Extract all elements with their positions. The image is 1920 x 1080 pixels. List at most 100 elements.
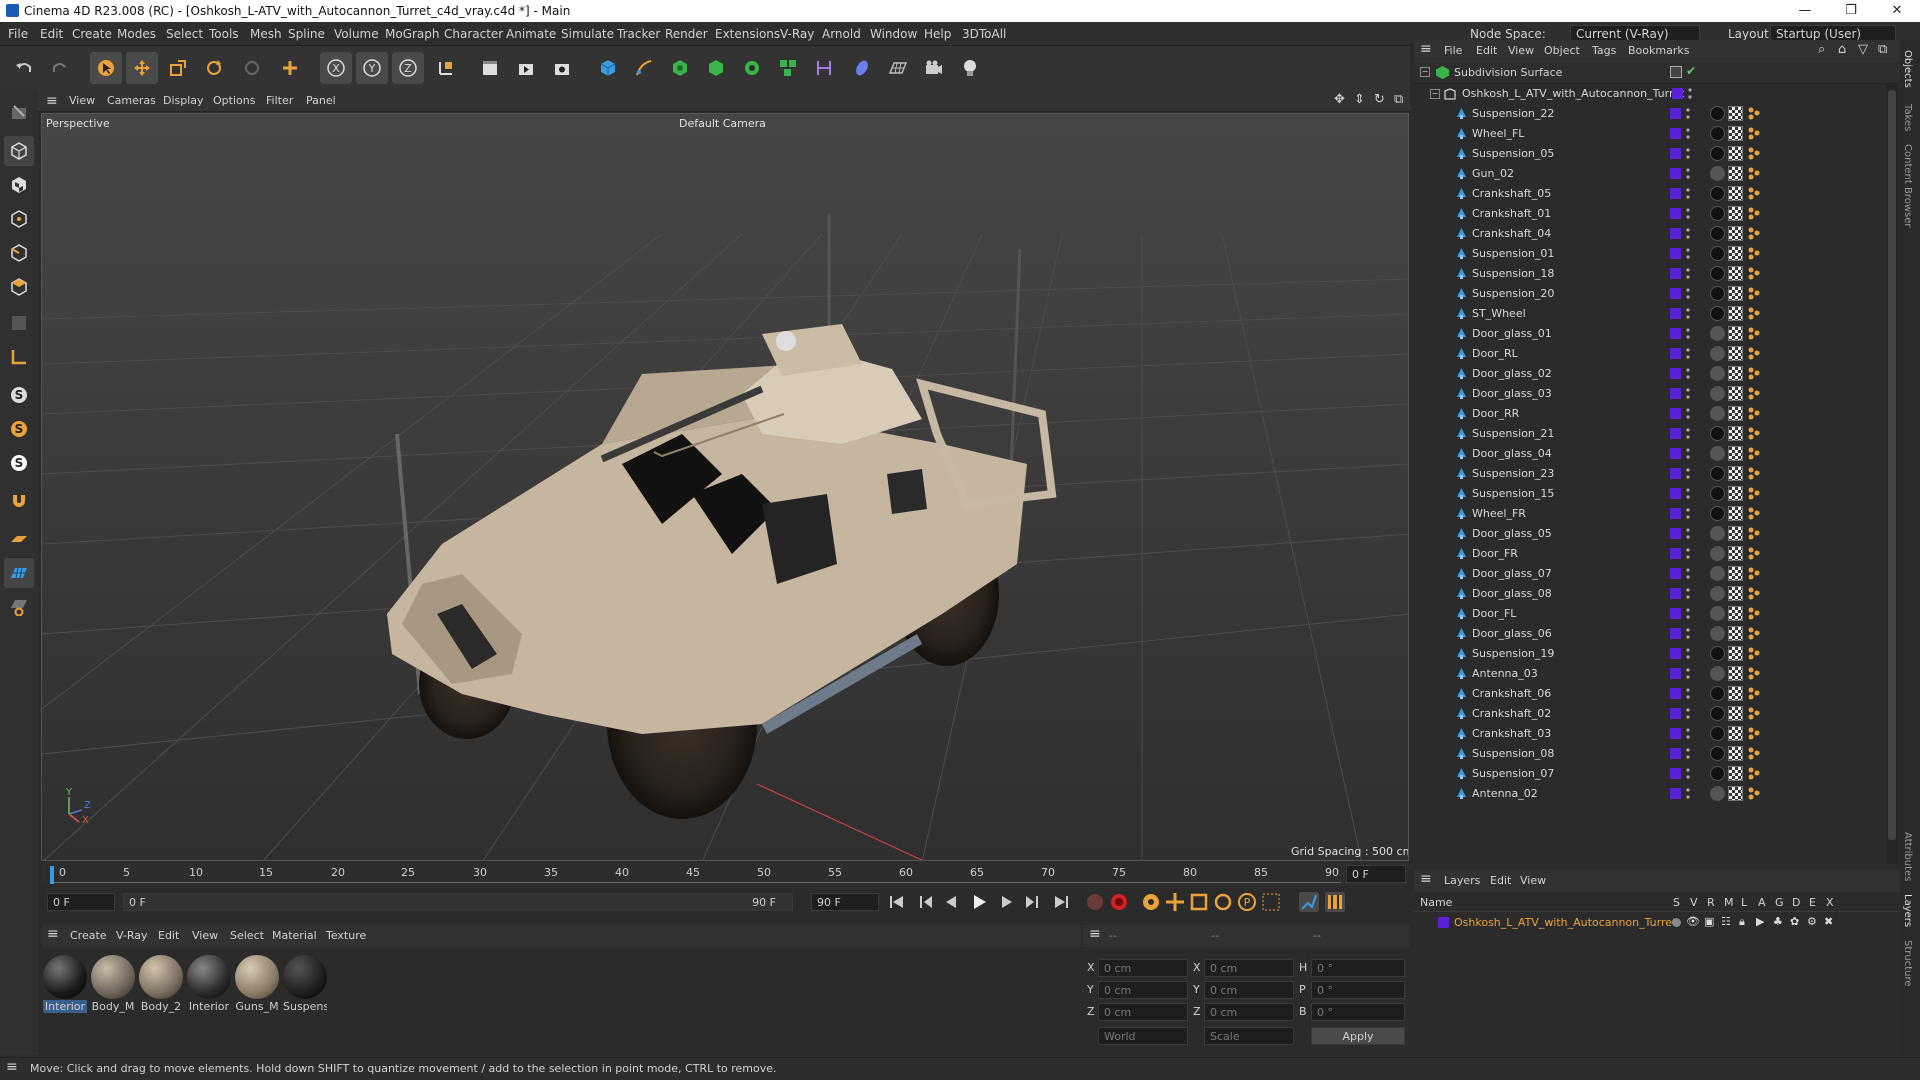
material-tag-icon[interactable]: [1710, 586, 1725, 601]
z-axis-button[interactable]: Z: [392, 52, 424, 84]
visibility-dots-icon[interactable]: [1686, 327, 1690, 340]
texture-tag-icon[interactable]: [1728, 426, 1743, 441]
snap-mode-button[interactable]: S: [4, 448, 34, 478]
material-menu-material[interactable]: Material: [272, 929, 317, 942]
object-root-name[interactable]: Subdivision Surface: [1454, 66, 1562, 79]
vray-tag-icon[interactable]: [1747, 186, 1761, 201]
object-name[interactable]: Door_FL: [1472, 607, 1516, 620]
vray-tag-icon[interactable]: [1747, 146, 1761, 161]
snap-button[interactable]: S: [4, 380, 34, 410]
material-tag-icon[interactable]: [1710, 246, 1725, 261]
texture-tag-icon[interactable]: [1728, 446, 1743, 461]
visibility-dots-icon[interactable]: [1686, 247, 1690, 260]
minimize-icon[interactable]: —: [1782, 0, 1828, 22]
layer-menu-view[interactable]: View: [1520, 874, 1546, 887]
layer-deformers-icon[interactable]: ✿: [1790, 915, 1799, 928]
viewport-menu-display[interactable]: Display: [163, 94, 204, 107]
object-name[interactable]: Suspension_15: [1472, 487, 1554, 500]
vray-tag-icon[interactable]: [1747, 106, 1761, 121]
visibility-dots-icon[interactable]: [1686, 507, 1690, 520]
vray-tag-icon[interactable]: [1747, 326, 1761, 341]
vray-tag-icon[interactable]: [1747, 766, 1761, 781]
object-name[interactable]: Door_glass_02: [1472, 367, 1552, 380]
object-name[interactable]: Suspension_22: [1472, 107, 1554, 120]
layer-animation-icon[interactable]: ▶: [1756, 915, 1764, 928]
visibility-dots-icon[interactable]: [1686, 527, 1690, 540]
object-root-row[interactable]: − Subdivision Surface ✔: [1414, 62, 1900, 84]
vray-tag-icon[interactable]: [1747, 346, 1761, 361]
vray-tag-icon[interactable]: [1747, 706, 1761, 721]
visibility-dots-icon[interactable]: [1686, 627, 1690, 640]
render-settings-button[interactable]: [546, 52, 578, 84]
material-tag-icon[interactable]: [1710, 106, 1725, 121]
object-filter-icon[interactable]: ▽: [1858, 42, 1868, 57]
coordinate-system-dropdown[interactable]: World: [1098, 1027, 1188, 1045]
visibility-dots-icon[interactable]: [1686, 787, 1690, 800]
pen-spline-button[interactable]: [628, 52, 660, 84]
layer-name[interactable]: Oshkosh_L_ATV_with_Autocannon_Turret: [1454, 916, 1676, 929]
texture-tag-icon[interactable]: [1728, 246, 1743, 261]
vray-tag-icon[interactable]: [1747, 466, 1761, 481]
visibility-dots-icon[interactable]: [1686, 567, 1690, 580]
vray-tag-icon[interactable]: [1747, 226, 1761, 241]
material-tag-icon[interactable]: [1710, 626, 1725, 641]
close-icon[interactable]: ✕: [1874, 0, 1920, 22]
vray-tag-icon[interactable]: [1747, 166, 1761, 181]
menu-simulate[interactable]: Simulate: [561, 27, 614, 41]
menu-select[interactable]: Select: [166, 27, 203, 41]
object-row[interactable]: Crankshaft_05: [1414, 184, 1884, 204]
restore-icon[interactable]: ❐: [1828, 0, 1874, 22]
layer-menu-layers[interactable]: Layers: [1444, 874, 1480, 887]
viewport-menu-panel[interactable]: Panel: [306, 94, 336, 107]
texture-tag-icon[interactable]: [1728, 566, 1743, 581]
rotation-h-field[interactable]: 0 °: [1311, 959, 1405, 977]
object-name[interactable]: Suspension_20: [1472, 287, 1554, 300]
menu-render[interactable]: Render: [665, 27, 708, 41]
enabled-check-icon[interactable]: ✔: [1686, 64, 1696, 78]
object-row[interactable]: Suspension_21: [1414, 424, 1884, 444]
viewport-menu-view[interactable]: View: [69, 94, 95, 107]
texture-tag-icon[interactable]: [1728, 266, 1743, 281]
size-x-field[interactable]: 0 cm: [1204, 959, 1294, 977]
key-pla-icon[interactable]: [1261, 892, 1281, 912]
camera-label[interactable]: Default Camera: [679, 117, 766, 130]
recent-tool-button[interactable]: [236, 52, 268, 84]
key-rotation-icon[interactable]: [1213, 892, 1233, 912]
layer-generators-icon[interactable]: ♣: [1773, 915, 1783, 928]
object-menu-tags[interactable]: Tags: [1592, 44, 1616, 57]
visibility-dots-icon[interactable]: [1686, 647, 1690, 660]
texture-mode-button[interactable]: [4, 170, 34, 200]
object-name[interactable]: Door_glass_07: [1472, 567, 1552, 580]
viewport-pan-icon[interactable]: ✥: [1334, 92, 1345, 107]
object-menu-object[interactable]: Object: [1544, 44, 1580, 57]
texture-tag-icon[interactable]: [1728, 146, 1743, 161]
vray-tag-icon[interactable]: [1747, 246, 1761, 261]
vray-tag-icon[interactable]: [1747, 686, 1761, 701]
object-name[interactable]: Crankshaft_06: [1472, 687, 1551, 700]
material-tag-icon[interactable]: [1710, 146, 1725, 161]
object-row[interactable]: Door_glass_06: [1414, 624, 1884, 644]
cloner-button[interactable]: [736, 52, 768, 84]
menu-volume[interactable]: Volume: [334, 27, 379, 41]
motion-path-icon[interactable]: [1299, 892, 1319, 912]
texture-tag-icon[interactable]: [1728, 346, 1743, 361]
viewport-menu-options[interactable]: Options: [213, 94, 255, 107]
rotation-p-field[interactable]: 0 °: [1311, 981, 1405, 999]
material-tag-icon[interactable]: [1710, 686, 1725, 701]
key-position-icon[interactable]: [1165, 892, 1185, 912]
locked-workplane-button[interactable]: [4, 592, 34, 622]
frame-range-slider[interactable]: 0 F 90 F: [123, 893, 793, 911]
side-tab-takes[interactable]: Takes: [1902, 104, 1913, 131]
end-frame-field[interactable]: 90 F: [811, 893, 879, 911]
object-row[interactable]: Door_RR: [1414, 404, 1884, 424]
object-name[interactable]: Suspension_18: [1472, 267, 1554, 280]
position-y-field[interactable]: 0 cm: [1098, 981, 1188, 999]
visibility-dots-icon[interactable]: [1686, 607, 1690, 620]
size-mode-dropdown[interactable]: Scale: [1204, 1027, 1294, 1045]
vray-tag-icon[interactable]: [1747, 786, 1761, 801]
material-hamburger-icon[interactable]: ≡: [47, 926, 59, 942]
apply-button[interactable]: Apply: [1311, 1027, 1405, 1045]
vray-tag-icon[interactable]: [1747, 626, 1761, 641]
polygons-mode-button[interactable]: [4, 272, 34, 302]
menu-mesh[interactable]: Mesh: [250, 27, 282, 41]
